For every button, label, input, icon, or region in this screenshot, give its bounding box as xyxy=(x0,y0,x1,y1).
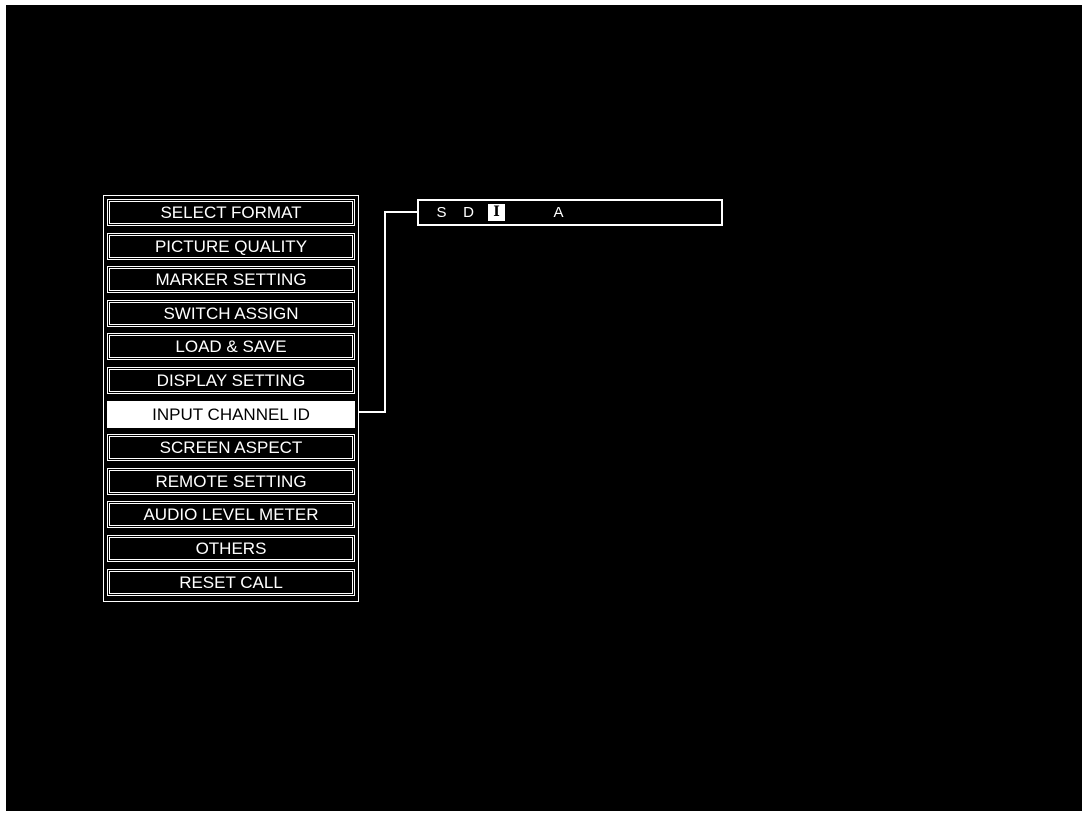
menu-item-screen-aspect[interactable]: SCREEN ASPECT xyxy=(107,434,355,462)
menu-item-display-setting[interactable]: DISPLAY SETTING xyxy=(107,367,355,394)
channel-id-field[interactable]: S D I A xyxy=(417,199,723,226)
menu-item-picture-quality[interactable]: PICTURE QUALITY xyxy=(107,232,355,260)
menu-item-remote-setting[interactable]: REMOTE SETTING xyxy=(107,467,355,495)
connector-line xyxy=(384,211,417,213)
main-menu: SELECT FORMAT PICTURE QUALITY MARKER SET… xyxy=(103,195,359,602)
osd-screen: SELECT FORMAT PICTURE QUALITY MARKER SET… xyxy=(6,5,1082,811)
channel-id-char: D xyxy=(463,204,474,221)
menu-item-marker-setting[interactable]: MARKER SETTING xyxy=(107,266,355,294)
channel-id-char: A xyxy=(553,204,564,221)
menu-item-load-save[interactable]: LOAD & SAVE xyxy=(107,333,355,361)
channel-id-cursor-char[interactable]: I xyxy=(488,204,505,221)
menu-item-audio-level-meter[interactable]: AUDIO LEVEL METER xyxy=(107,501,355,529)
menu-item-switch-assign[interactable]: SWITCH ASSIGN xyxy=(107,299,355,327)
menu-item-select-format[interactable]: SELECT FORMAT xyxy=(107,199,355,226)
menu-item-others[interactable]: OTHERS xyxy=(107,535,355,562)
connector-line xyxy=(384,211,386,413)
menu-item-reset-call[interactable]: RESET CALL xyxy=(107,568,355,596)
connector-line xyxy=(359,411,386,413)
menu-item-input-channel-id[interactable]: INPUT CHANNEL ID xyxy=(107,400,355,428)
channel-id-char: S xyxy=(436,204,447,221)
